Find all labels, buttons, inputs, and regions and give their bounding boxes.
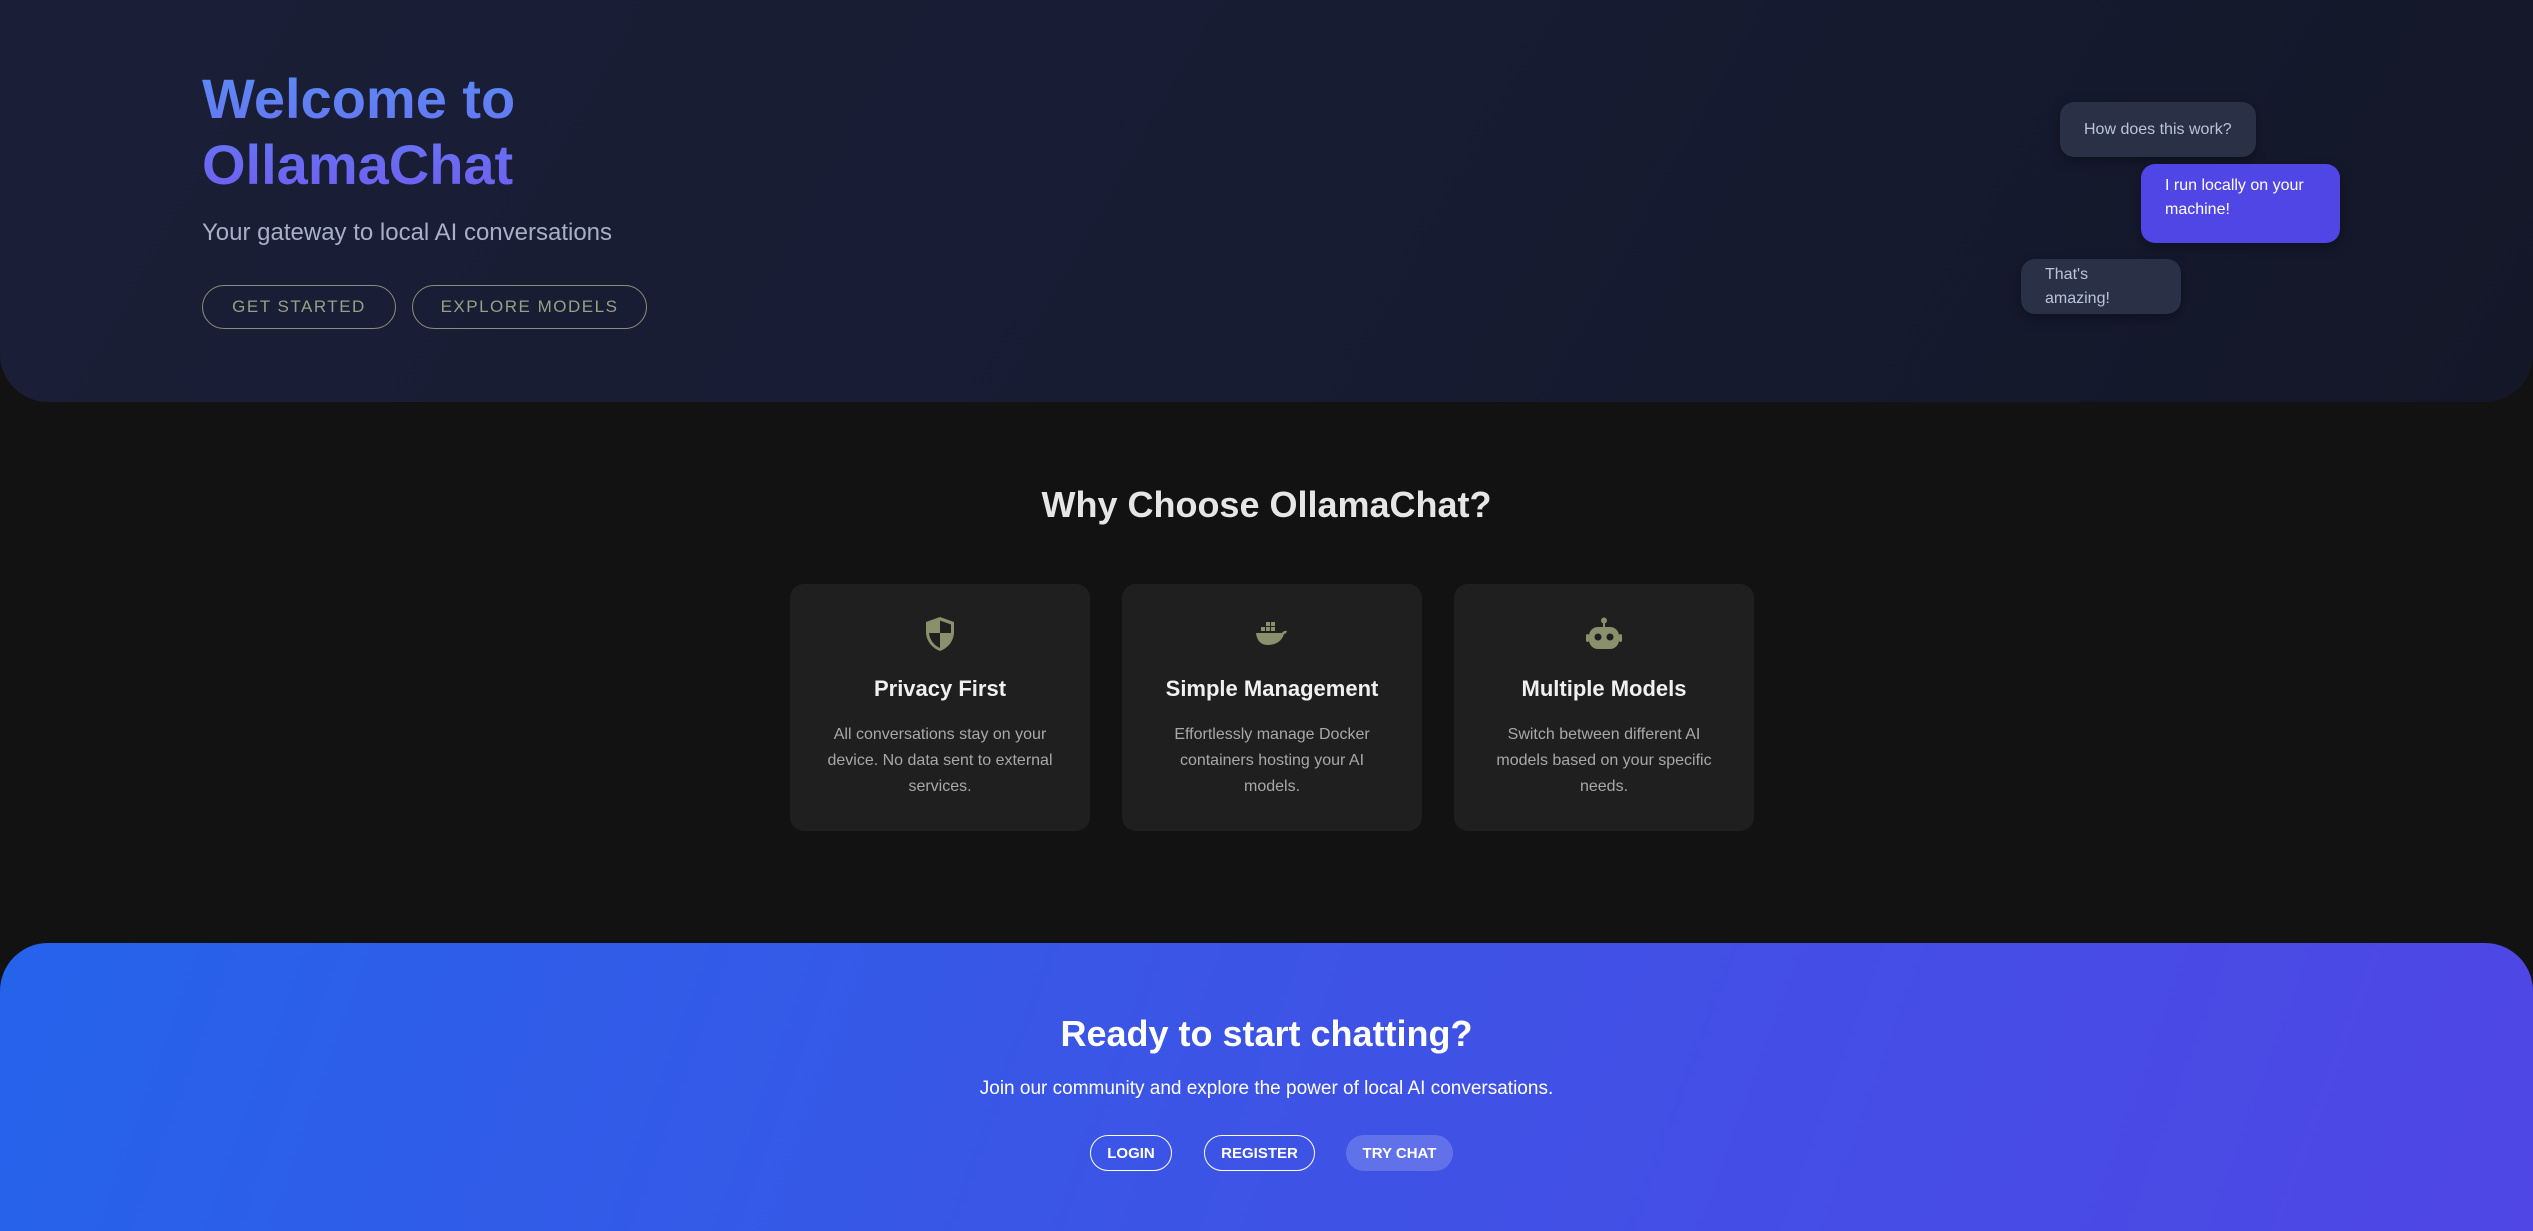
cta-subtitle: Join our community and explore the power… [979,1078,1554,1099]
feature-card-management: Simple Management Effortlessly manage Do… [1122,584,1422,831]
feature-card-description: Switch between different AI models based… [1496,726,1712,795]
feature-card-privacy: Privacy First All conversations stay on … [790,584,1090,831]
register-button[interactable]: REGISTER [1204,1135,1315,1171]
hero-subtitle: Your gateway to local AI conversations [202,219,613,246]
cta-title: Ready to start chatting? [1060,1013,1473,1054]
feature-card-title: Privacy First [873,676,1007,701]
get-started-button[interactable]: GET STARTED [202,285,396,329]
chat-bubble-reply: That's amazing! [2021,259,2181,314]
hero-title: Welcome to OllamaChat [202,66,622,198]
features-title: Why Choose OllamaChat? [1041,484,1492,525]
landing-page: Welcome to OllamaChat Your gateway to lo… [0,0,2533,1231]
feature-card-models: Multiple Models Switch between different… [1454,584,1754,831]
feature-card-title: Simple Management [1165,676,1379,701]
chat-bubble-answer: I run locally on your machine! [2141,164,2340,243]
hero-section: Welcome to OllamaChat Your gateway to lo… [0,0,2533,402]
try-chat-button[interactable]: TRY CHAT [1346,1135,1453,1171]
chat-bubble-question: How does this work? [2060,102,2256,157]
robot-icon [1454,614,1754,654]
docker-icon [1122,614,1422,654]
feature-card-description: Effortlessly manage Docker containers ho… [1174,726,1370,795]
login-button[interactable]: LOGIN [1090,1135,1172,1171]
feature-card-description: All conversations stay on your device. N… [827,726,1053,795]
hero-title-line2: OllamaChat [202,133,514,196]
feature-card-title: Multiple Models [1521,676,1687,701]
cta-section: Ready to start chatting? Join our commun… [0,943,2533,1231]
shield-icon [790,614,1090,654]
hero-title-line1: Welcome to [202,67,516,130]
explore-models-button[interactable]: EXPLORE MODELS [412,285,647,329]
